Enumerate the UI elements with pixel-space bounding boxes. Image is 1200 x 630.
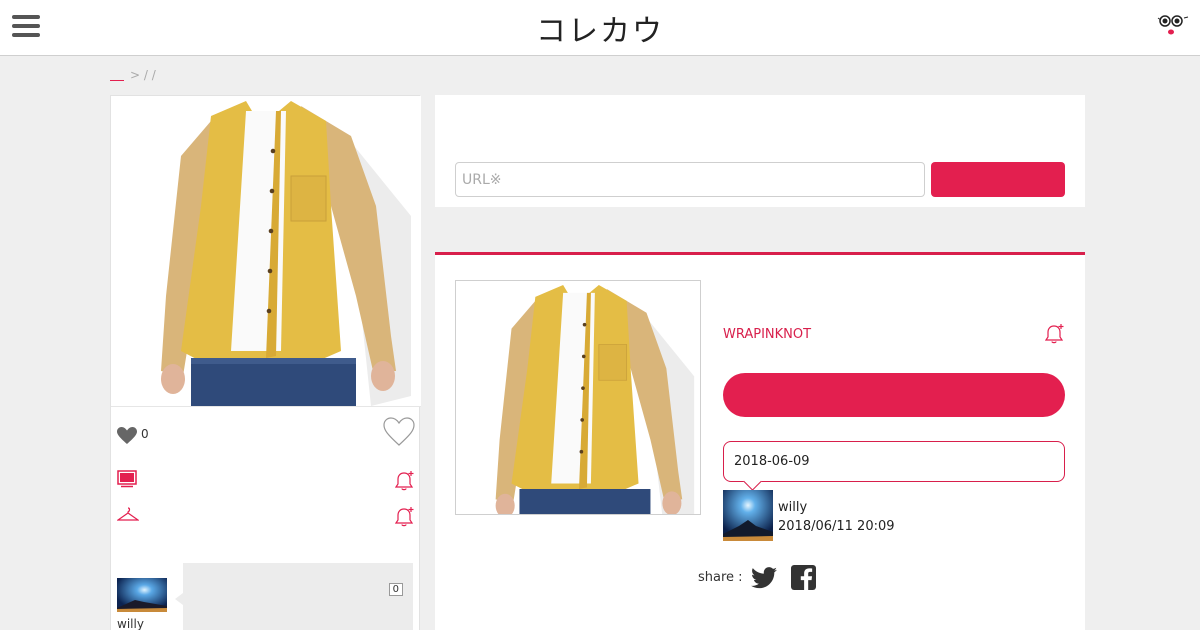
like-count: 0 — [141, 427, 149, 441]
site-header: コレカウ — [0, 0, 1200, 56]
brand-name-link[interactable]: WRAPINKNOT — [723, 327, 811, 342]
jacket-image — [456, 281, 700, 514]
tv-icon[interactable] — [117, 470, 137, 488]
share-label: share : — [698, 570, 743, 585]
url-form-panel — [435, 95, 1085, 207]
heart-outline-icon[interactable] — [383, 417, 415, 447]
like-row: 0 — [111, 406, 421, 456]
hanger-icon[interactable] — [117, 506, 139, 524]
commenter-avatar — [117, 578, 167, 612]
action-row-2 — [117, 506, 415, 530]
buy-button[interactable] — [723, 373, 1065, 417]
site-title[interactable]: コレカウ — [0, 6, 1200, 50]
twitter-icon[interactable] — [751, 567, 777, 589]
action-row-1 — [117, 470, 415, 494]
item-detail-panel: WRAPINKNOT 2018-06-09 willy 2018/06/11 2… — [435, 252, 1085, 630]
facebook-icon[interactable] — [791, 565, 816, 590]
share-row: share : — [698, 565, 838, 595]
bell-plus-icon[interactable] — [395, 470, 415, 492]
mascot-icon[interactable] — [1156, 14, 1190, 38]
commenter[interactable]: willy — [117, 578, 167, 630]
date-bubble: 2018-06-09 — [723, 441, 1065, 482]
item-date: 2018-06-09 — [734, 454, 810, 469]
bell-plus-icon[interactable] — [1045, 323, 1065, 345]
comment-count[interactable]: 0 — [388, 583, 403, 596]
item-card: 0 willy 0 — [110, 95, 421, 630]
product-photo[interactable] — [111, 96, 421, 406]
commenter-name: willy — [117, 617, 144, 630]
poster-avatar — [723, 490, 773, 541]
breadcrumb: > / / — [110, 68, 156, 82]
url-submit-button[interactable] — [931, 162, 1065, 197]
comment-bubble: 0 — [175, 563, 413, 630]
poster-name: willy — [778, 500, 808, 515]
breadcrumb-separators: > / / — [130, 68, 156, 82]
detail-product-photo[interactable] — [455, 280, 701, 515]
url-input[interactable] — [455, 162, 925, 197]
jacket-image — [111, 96, 421, 406]
bell-plus-icon[interactable] — [395, 506, 415, 528]
heart-icon — [117, 427, 137, 444]
breadcrumb-home-link[interactable] — [110, 71, 124, 81]
posted-at: 2018/06/11 20:09 — [778, 519, 895, 534]
